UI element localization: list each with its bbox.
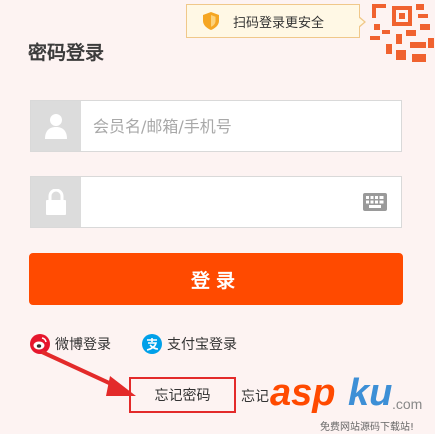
annotation-arrow [41,350,136,396]
alipay-login-link[interactable]: 支付宝登录 [142,334,237,354]
username-field[interactable] [30,100,402,152]
watermark-ku: ku [348,372,393,414]
user-icon [45,114,67,139]
page-title: 密码登录 [28,42,105,64]
username-input[interactable] [93,101,401,151]
alipay-login-label: 支付宝登录 [167,337,237,353]
password-input[interactable] [93,177,401,227]
password-field[interactable] [30,176,402,228]
shield-icon [203,12,219,30]
forgot-password-link[interactable]: 忘记密码 [129,377,236,413]
watermark-com: .com [392,396,423,412]
password-icon-box [31,177,81,227]
keyboard-icon[interactable] [363,193,387,211]
watermark-asp: asp [270,372,336,414]
username-icon-box [31,101,81,151]
watermark-logo: asp ku .com 免费网站源码下载站! [270,372,435,434]
qr-code-icon[interactable] [366,0,435,66]
alipay-icon [142,334,162,354]
login-button[interactable]: 登录 [29,253,403,305]
forgot-password-partial[interactable]: 忘记 [241,386,269,406]
qr-tip-text: 扫码登录更安全 [233,15,325,31]
qr-login-tip[interactable]: 扫码登录更安全 [186,4,366,38]
lock-icon [46,189,66,215]
watermark-subtitle: 免费网站源码下载站! [320,422,415,433]
